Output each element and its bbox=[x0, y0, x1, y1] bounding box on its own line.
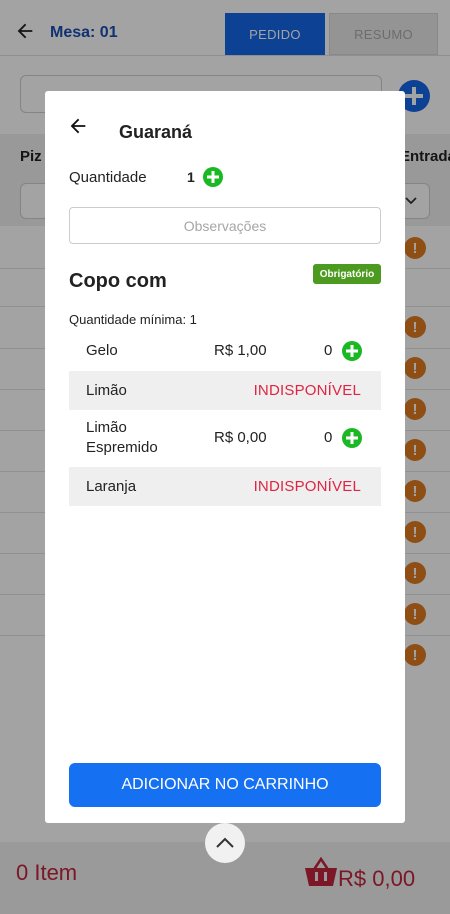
unavailable-status: INDISPONÍVEL bbox=[253, 382, 361, 399]
required-badge: Obrigatório bbox=[313, 264, 381, 284]
option-name: Laranja bbox=[86, 478, 137, 495]
add-to-cart-button[interactable]: ADICIONAR NO CARRINHO bbox=[69, 763, 381, 807]
option-count: 0 bbox=[324, 342, 333, 359]
arrow-left-icon[interactable] bbox=[67, 115, 89, 137]
option-row-gelo: Gelo R$ 1,00 0 bbox=[69, 331, 381, 371]
option-row-limao: Limão INDISPONÍVEL bbox=[69, 371, 381, 410]
product-options-modal: Guaraná Quantidade 1 Copo com Obrigatóri… bbox=[45, 91, 405, 823]
option-group-title: Copo com bbox=[69, 270, 167, 292]
product-title: Guaraná bbox=[119, 122, 193, 142]
quantity-value: 1 bbox=[187, 169, 195, 185]
option-row-limao-espremido: Limão Espremido R$ 0,00 0 bbox=[69, 410, 381, 467]
option-price: R$ 1,00 bbox=[214, 342, 267, 359]
expand-cart-button[interactable] bbox=[205, 823, 245, 863]
add-option-icon[interactable] bbox=[342, 428, 362, 448]
option-name: Gelo bbox=[86, 342, 118, 359]
option-name: Limão bbox=[86, 382, 127, 399]
option-count: 0 bbox=[324, 429, 333, 446]
add-option-icon[interactable] bbox=[342, 341, 362, 361]
quantity-label: Quantidade bbox=[69, 169, 147, 186]
option-list: Gelo R$ 1,00 0 Limão INDISPONÍVEL Limão … bbox=[69, 331, 381, 506]
option-name: Limão Espremido bbox=[86, 419, 158, 456]
chevron-up-icon bbox=[216, 837, 234, 848]
observations-input[interactable] bbox=[69, 207, 381, 244]
minimum-quantity: Quantidade mínima: 1 bbox=[69, 312, 197, 327]
unavailable-status: INDISPONÍVEL bbox=[253, 478, 361, 495]
option-price: R$ 0,00 bbox=[214, 429, 267, 446]
option-row-laranja: Laranja INDISPONÍVEL bbox=[69, 467, 381, 506]
increase-quantity-icon[interactable] bbox=[203, 167, 223, 187]
